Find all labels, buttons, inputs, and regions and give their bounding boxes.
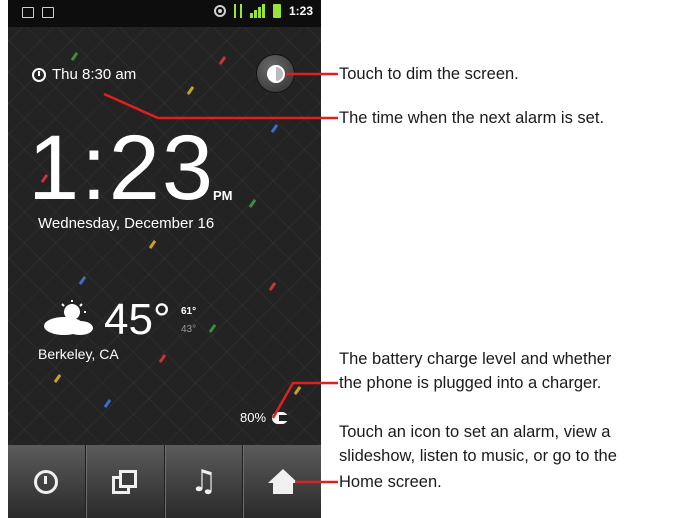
mail-icon: [22, 7, 34, 18]
next-alarm-text: Thu 8:30 am: [52, 66, 137, 83]
signal-icon: [249, 4, 265, 18]
status-time: 1:23: [288, 4, 313, 18]
partly-cloudy-icon: [44, 300, 93, 335]
battery-status: 80%: [240, 410, 289, 425]
callout-icons-3: Home screen.: [339, 473, 442, 491]
brightness-icon: [266, 64, 285, 83]
phone-screen: 1:23 Thu 8:30 am 1:23 PM Wednesday, Dece…: [8, 0, 321, 518]
callout-icons-1: Touch an icon to set an alarm, view a: [339, 423, 611, 441]
battery-icon: [272, 4, 281, 18]
usb-debug-icon: [233, 4, 242, 18]
alarm-clock-icon: [32, 67, 46, 82]
music-icon: ♫: [190, 463, 218, 499]
callout-alarm: The time when the next alarm is set.: [339, 109, 605, 127]
weather-temp: 45°: [104, 295, 171, 344]
clock-time: 1:23: [28, 117, 216, 219]
home-icon: [267, 468, 298, 494]
dock-alarm-button[interactable]: [8, 445, 86, 518]
clock-date: Wednesday, December 16: [38, 215, 215, 232]
dock-home-button[interactable]: [243, 445, 321, 518]
weather-low: 43°: [181, 324, 197, 335]
clock-ampm: PM: [213, 188, 233, 203]
callout-icons-2: slideshow, listen to music, or go to the: [339, 447, 617, 465]
dim-screen-button[interactable]: [257, 55, 294, 92]
gps-icon: [213, 5, 226, 17]
alarm-clock-icon: [34, 469, 59, 494]
status-bar: 1:23: [8, 0, 321, 27]
callout-battery-1: The battery charge level and whether: [339, 350, 612, 368]
dock: ♫: [8, 445, 321, 518]
charging-plug-icon: [272, 411, 289, 424]
callout-battery-2: the phone is plugged into a charger.: [339, 374, 602, 392]
dock-music-button[interactable]: ♫: [164, 445, 244, 518]
slideshow-icon: [112, 469, 138, 494]
battery-level: 80%: [240, 410, 267, 425]
weather-high: 61°: [181, 306, 197, 317]
dock-slideshow-button[interactable]: [85, 445, 165, 518]
weather-location: Berkeley, CA: [38, 346, 119, 362]
sd-card-icon: [42, 7, 54, 18]
next-alarm: Thu 8:30 am: [32, 66, 136, 83]
callout-dim: Touch to dim the screen.: [339, 65, 519, 83]
